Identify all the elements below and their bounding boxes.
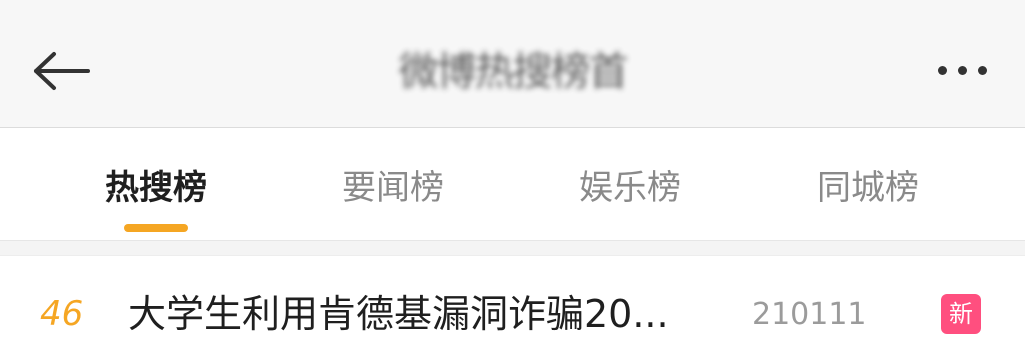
more-horizontal-icon xyxy=(938,65,947,75)
top-nav-bar: 微博热搜榜首 xyxy=(0,0,1025,128)
back-button[interactable] xyxy=(22,36,102,106)
active-tab-indicator xyxy=(124,224,188,232)
tab-entertainment[interactable]: 娱乐榜 xyxy=(530,160,730,216)
more-dot xyxy=(958,65,967,75)
tab-local[interactable]: 同城榜 xyxy=(768,160,968,216)
hot-search-screen: 微博热搜榜首 热搜榜 要闻榜 娱乐榜 同城榜 46 大学生利用肯德基漏洞诈骗20… xyxy=(0,0,1025,355)
page-title: 微博热搜榜首 xyxy=(398,49,629,95)
new-badge: 新 xyxy=(941,294,981,334)
heat-count: 210111 xyxy=(752,297,867,332)
tab-news[interactable]: 要闻榜 xyxy=(293,160,493,216)
topic-title: 大学生利用肯德基漏洞诈骗20... xyxy=(128,292,669,336)
more-options-button[interactable] xyxy=(915,40,1010,100)
arrow-left-icon xyxy=(34,52,90,90)
more-dot xyxy=(978,65,987,75)
rank-number: 46 xyxy=(40,294,84,334)
tab-hot-search[interactable]: 热搜榜 xyxy=(56,160,256,216)
list-item[interactable]: 46 大学生利用肯德基漏洞诈骗20... 210111 新 xyxy=(0,256,1025,355)
section-divider xyxy=(0,240,1025,256)
